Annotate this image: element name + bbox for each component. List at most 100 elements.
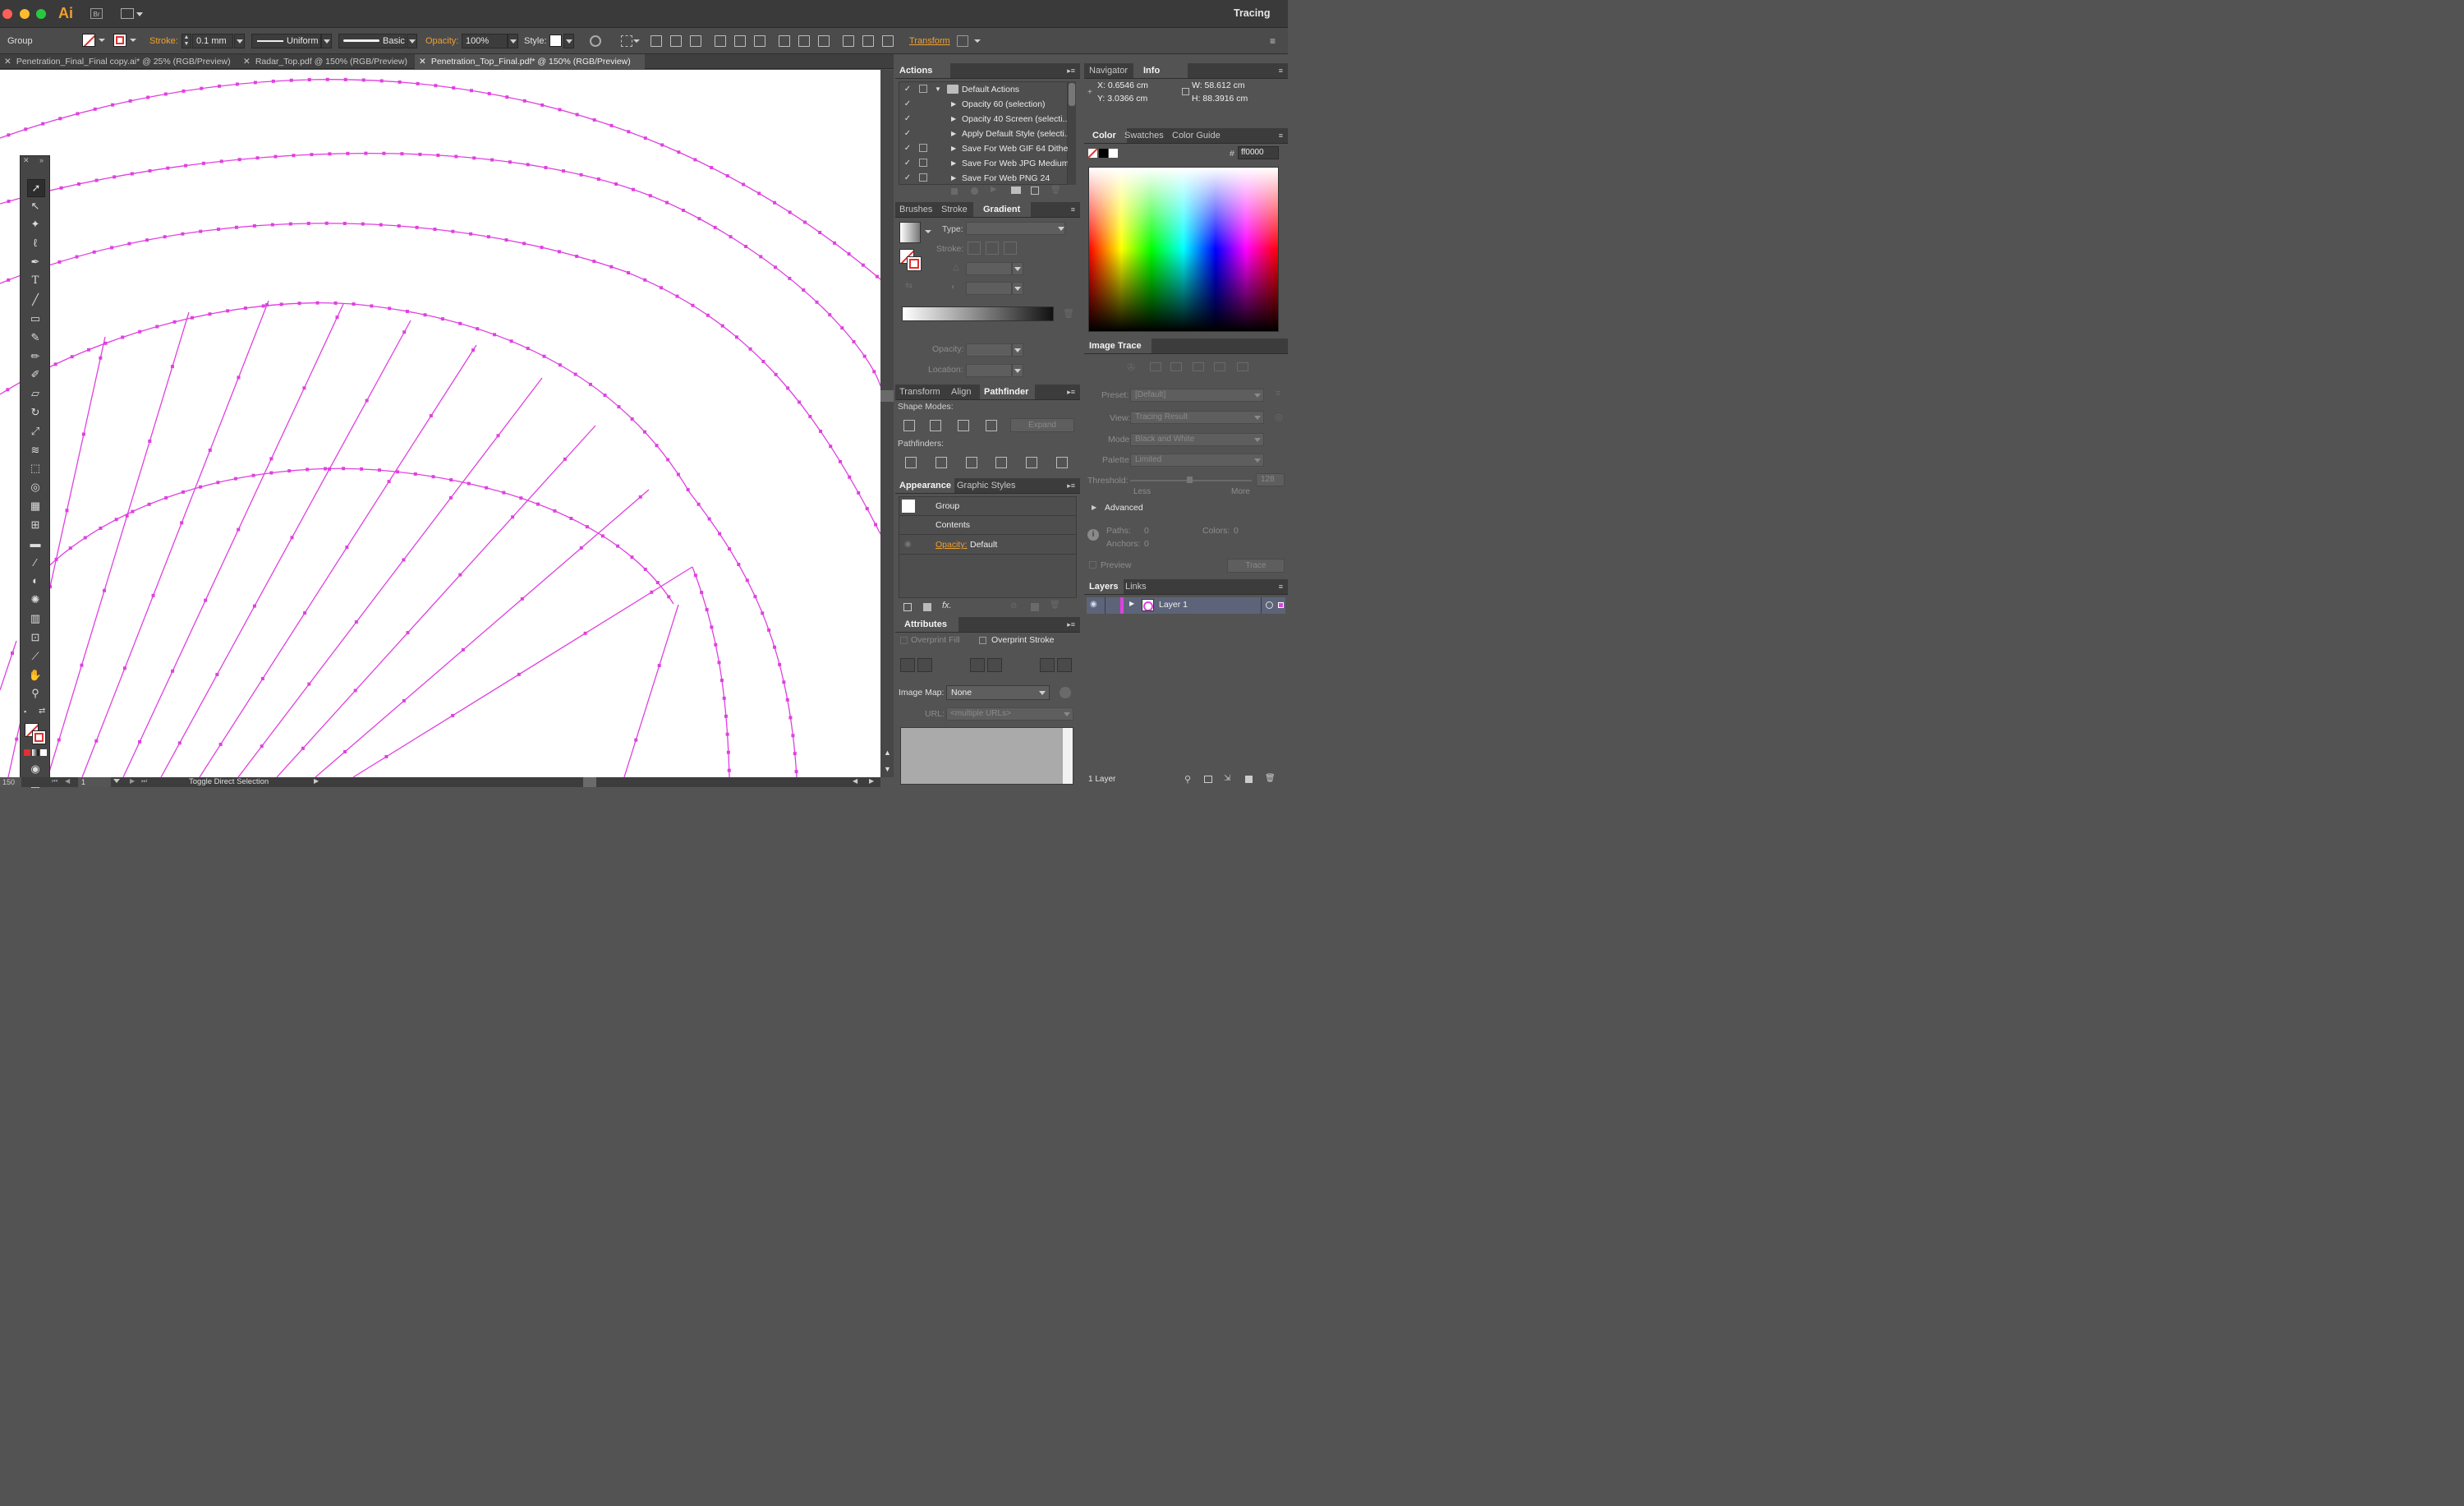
tab-image-trace[interactable]: Image Trace xyxy=(1084,339,1152,353)
clear-appearance-icon[interactable]: ⊘ xyxy=(1010,601,1017,610)
anchor-point[interactable] xyxy=(553,509,557,513)
dont-show-center-icon[interactable] xyxy=(900,658,915,672)
dialog-toggle-icon[interactable] xyxy=(919,159,927,167)
anchor-point[interactable] xyxy=(270,223,274,227)
vertical-distribute-bottom-icon[interactable] xyxy=(818,35,830,47)
anchor-point[interactable] xyxy=(83,536,87,540)
gradient-angle-input[interactable] xyxy=(966,262,1012,275)
anchor-point[interactable] xyxy=(536,502,540,506)
anchor-point[interactable] xyxy=(643,430,647,434)
anchor-point[interactable] xyxy=(114,518,118,522)
anchor-point[interactable] xyxy=(788,276,792,280)
panel-menu-icon[interactable]: ≡ xyxy=(1071,205,1075,214)
panel-menu-icon[interactable]: ▸≡ xyxy=(1067,388,1075,397)
anchor-point[interactable] xyxy=(11,651,15,655)
anchor-point[interactable] xyxy=(617,405,621,409)
anchor-point[interactable] xyxy=(865,507,869,511)
anchor-point[interactable] xyxy=(68,546,72,550)
opacity-dropdown[interactable] xyxy=(1012,343,1023,357)
line-segment-tool-icon[interactable]: ╱ xyxy=(27,292,44,308)
close-tab-icon[interactable]: ✕ xyxy=(243,57,251,67)
anchor-point[interactable] xyxy=(216,481,220,485)
anchor-point[interactable] xyxy=(788,716,793,720)
gradient-stroke-box[interactable] xyxy=(907,256,922,271)
anchor-point[interactable] xyxy=(522,242,526,246)
anchor-point[interactable] xyxy=(476,327,480,331)
panel-menu-icon[interactable]: ≡ xyxy=(1279,583,1283,591)
gradient-tool-icon[interactable]: ▬ xyxy=(27,536,44,552)
anchor-point[interactable] xyxy=(219,159,223,163)
anchor-point[interactable] xyxy=(343,77,347,81)
anchor-point[interactable] xyxy=(93,107,97,111)
list-item[interactable]: ✓ ▶ Opacity 40 Screen (selecti... xyxy=(899,112,1070,127)
stroke-within-icon[interactable] xyxy=(968,242,981,255)
document-tab[interactable]: ✕ Penetration_Final_Final copy.ai* @ 25% … xyxy=(0,54,234,69)
anchor-point[interactable] xyxy=(558,108,562,112)
anchor-point[interactable] xyxy=(700,591,704,595)
anchor-point[interactable] xyxy=(603,394,607,398)
stroke-across-icon[interactable] xyxy=(1004,242,1017,255)
tab-stroke[interactable]: Stroke xyxy=(941,202,968,217)
stop-recording-icon[interactable] xyxy=(951,188,958,195)
list-item[interactable]: ✓ ▶ Save For Web PNG 24 xyxy=(899,171,1067,186)
tab-gradient[interactable]: Gradient xyxy=(973,202,1031,217)
gradient-slider[interactable] xyxy=(902,306,1054,321)
vertical-align-bottom-icon[interactable] xyxy=(754,35,765,47)
panel-menu-icon[interactable]: ≡ xyxy=(1270,35,1276,47)
gradient-type-select[interactable] xyxy=(966,222,1065,235)
layer-row[interactable]: ◉ ▶ Layer 1 xyxy=(1087,597,1285,614)
anchor-point[interactable] xyxy=(287,469,292,473)
panel-menu-icon[interactable]: ≡ xyxy=(1279,67,1283,75)
horizontal-distribute-right-icon[interactable] xyxy=(882,35,894,47)
anchor-point[interactable] xyxy=(433,228,437,232)
arc-path[interactable] xyxy=(692,566,730,777)
tab-color-guide[interactable]: Color Guide xyxy=(1172,128,1221,143)
anchor-point[interactable] xyxy=(573,372,577,376)
anchor-point[interactable] xyxy=(234,225,238,229)
eraser-tool-icon[interactable]: ▱ xyxy=(27,385,44,402)
anchor-point[interactable] xyxy=(402,698,406,702)
anchor-point[interactable] xyxy=(138,329,142,334)
anchor-point[interactable] xyxy=(307,78,311,82)
anchor-point[interactable] xyxy=(847,252,851,256)
opacity-input[interactable]: 100% xyxy=(462,34,508,48)
artwork[interactable] xyxy=(0,70,880,777)
stroke-label[interactable]: Stroke: xyxy=(149,36,178,46)
anchor-point[interactable] xyxy=(342,467,346,471)
anchor-point[interactable] xyxy=(265,302,269,306)
anchor-point[interactable] xyxy=(289,78,293,82)
anchor-point[interactable] xyxy=(307,682,311,686)
anchor-point[interactable] xyxy=(575,113,579,117)
fill-swatch[interactable] xyxy=(82,34,95,47)
opacity-label[interactable]: Opacity: xyxy=(425,36,458,46)
anchor-point[interactable] xyxy=(387,480,391,484)
tab-swatches[interactable]: Swatches xyxy=(1124,128,1164,143)
anchor-point[interactable] xyxy=(759,255,763,259)
stroke-along-icon[interactable] xyxy=(986,242,999,255)
anchor-point[interactable] xyxy=(720,324,724,328)
tab-actions[interactable]: Actions xyxy=(895,63,950,78)
outline-icon[interactable] xyxy=(1026,457,1037,468)
anchor-point[interactable] xyxy=(819,429,823,433)
status-tool-hint[interactable]: Toggle Direct Selection xyxy=(189,777,269,787)
anchor-point[interactable] xyxy=(199,485,203,489)
anchor-point[interactable] xyxy=(94,739,99,743)
tab-align[interactable]: Align xyxy=(951,385,971,399)
anchor-point[interactable] xyxy=(182,89,186,93)
anchor-point[interactable] xyxy=(665,200,669,205)
anchor-point[interactable] xyxy=(848,475,852,479)
anchor-point[interactable] xyxy=(614,182,618,186)
anchor-point[interactable] xyxy=(616,544,620,548)
anchor-point[interactable] xyxy=(657,664,661,668)
anchor-point[interactable] xyxy=(110,246,114,250)
anchor-point[interactable] xyxy=(713,225,717,229)
anchor-point[interactable] xyxy=(469,232,473,236)
none-swatch[interactable] xyxy=(1088,149,1097,158)
anchor-point[interactable] xyxy=(163,92,168,96)
anchor-point[interactable] xyxy=(627,271,631,275)
anchor-point[interactable] xyxy=(190,315,194,320)
checkmark-icon[interactable]: ✓ xyxy=(903,99,913,110)
anchor-point[interactable] xyxy=(260,677,264,681)
anchor-point[interactable] xyxy=(727,768,731,772)
anchor-point[interactable] xyxy=(243,306,247,311)
